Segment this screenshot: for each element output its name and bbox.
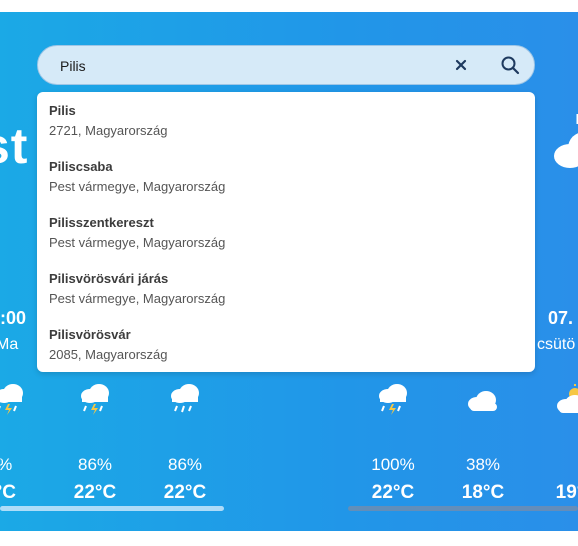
suggestion-location: Pest vármegye, Magyarország — [49, 179, 226, 194]
suggestion-name: Piliscsaba — [49, 159, 113, 174]
forecast-pct-0: 6% — [0, 455, 30, 475]
suggestion-item[interactable]: Piliscsaba Pest vármegye, Magyarország — [49, 159, 519, 205]
weather-large-icon — [554, 114, 578, 168]
forecast-temp-5: 19° — [555, 482, 578, 503]
forecast-pct-4: 38% — [465, 455, 501, 474]
city-title-partial: st — [0, 118, 29, 174]
suggestion-location: 2085, Magyarország — [49, 347, 168, 362]
suggestion-item[interactable]: Pilis 2721, Magyarország — [49, 103, 519, 149]
thunderstorm-icon — [0, 384, 23, 415]
suggestion-location: 2721, Magyarország — [49, 123, 168, 138]
rain-icon — [171, 384, 199, 413]
forecast-scrollbar-right[interactable] — [348, 506, 578, 511]
suggestion-item[interactable]: Pilisszentkereszt Pest vármegye, Magyaro… — [49, 215, 519, 261]
suggestion-item[interactable]: Pilisvörösvár 2085, Magyarország — [49, 327, 519, 373]
forecast-temp-1: 22°C — [73, 482, 117, 503]
forecast-pct-3: 100% — [371, 455, 415, 474]
suggestion-location: Pest vármegye, Magyarország — [49, 291, 226, 306]
suggestion-name: Pilisszentkereszt — [49, 215, 154, 230]
forecast-time-left: 6:00 — [0, 308, 27, 328]
suggestion-item[interactable]: Pilisvörösvári járás Pest vármegye, Magy… — [49, 271, 519, 317]
suggestion-location: Pest vármegye, Magyarország — [49, 235, 226, 250]
search-suggestions: Pilis 2721, Magyarország Piliscsaba Pest… — [37, 92, 535, 372]
suggestion-name: Pilisvörösvár — [49, 327, 131, 342]
suggestion-name: Pilisvörösvári járás — [49, 271, 169, 286]
forecast-pct-1: 86% — [77, 455, 113, 474]
forecast-pct-2: 86% — [167, 455, 203, 474]
forecast-day-left: Ma — [0, 336, 19, 353]
forecast-temp-2: 22°C — [163, 482, 207, 503]
search-input[interactable] — [58, 54, 442, 78]
forecast-temp-4: 18°C — [461, 482, 505, 503]
suggestion-name: Pilis — [49, 103, 76, 118]
close-icon[interactable] — [452, 56, 470, 74]
forecast-day-right: csütö — [537, 336, 576, 353]
thunderstorm-icon — [81, 384, 109, 415]
thunderstorm-icon — [379, 384, 407, 415]
search-icon[interactable] — [500, 55, 520, 75]
weather-panel: st 6:00 Ma 07. csütö 6% 4°C 86% 22°C 86%… — [0, 12, 578, 531]
forecast-scrollbar-left[interactable] — [0, 506, 224, 511]
search-bar — [37, 45, 535, 85]
forecast-time-right: 07. — [548, 308, 574, 328]
forecast-temp-0: 4°C — [0, 482, 16, 503]
forecast-temp-3: 22°C — [371, 482, 415, 503]
partly-sunny-icon — [557, 384, 578, 413]
cloud-icon — [468, 391, 497, 411]
